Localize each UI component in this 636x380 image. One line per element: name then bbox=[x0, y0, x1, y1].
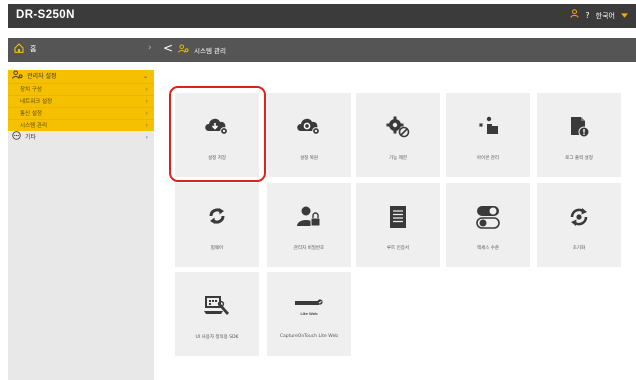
tile-label: 아이콘 관리 bbox=[476, 156, 500, 161]
captureontouch-logo-icon bbox=[267, 298, 351, 312]
sidebar-item-other[interactable]: 기타 › bbox=[8, 131, 154, 146]
sidebar-item-label: 관리자 설정 bbox=[27, 73, 57, 80]
highlight-frame bbox=[169, 86, 266, 182]
gears-block-icon bbox=[356, 115, 440, 139]
home-link[interactable]: 홈 bbox=[14, 43, 36, 55]
sidebar-item-device-config[interactable]: 장치 구성 › bbox=[8, 83, 154, 95]
tile-label: 액세스 수준 bbox=[476, 246, 500, 251]
cloud-upload-gear-icon bbox=[267, 115, 351, 137]
sidebar: 관리자 설정 ⌄ 장치 구성 › 네트워크 설정 › 통신 설정 › 시스템 관… bbox=[8, 69, 154, 380]
more-circle-icon bbox=[12, 131, 21, 146]
home-icon bbox=[14, 43, 24, 55]
log-output-icon bbox=[537, 115, 621, 139]
tile-root-certificate[interactable]: 루트 인증서 bbox=[356, 183, 440, 267]
tile-label: 설정 복원 bbox=[300, 156, 318, 161]
tile-restore-settings[interactable]: 설정 복원 bbox=[267, 93, 351, 177]
refresh-icon bbox=[175, 205, 259, 227]
tile-label: 펌웨어 bbox=[210, 246, 224, 251]
reset-gear-icon bbox=[537, 205, 621, 229]
sidebar-item-label: 통신 설정 bbox=[20, 111, 42, 117]
breadcrumb-current: 시스템 관리 bbox=[194, 46, 226, 55]
logo-wordmark: Lite Web bbox=[300, 312, 318, 316]
sidebar-item-admin-settings[interactable]: 관리자 설정 ⌄ bbox=[8, 69, 154, 84]
chevron-down-icon: ⌄ bbox=[142, 73, 148, 80]
document-icon bbox=[356, 205, 440, 229]
sidebar-item-network-settings[interactable]: 네트워크 설정 › bbox=[8, 95, 154, 107]
user-icon[interactable] bbox=[570, 9, 580, 22]
tile-captureontouch-lite-web[interactable]: Lite Web CaptureOnTouch Lite Web bbox=[267, 272, 351, 356]
toggle-icon bbox=[446, 205, 530, 229]
home-label: 홈 bbox=[30, 45, 37, 53]
tile-access-level[interactable]: 액세스 수준 bbox=[446, 183, 530, 267]
tile-ui-customization-sdk[interactable]: UI 사용자 정의용 SDK bbox=[175, 272, 259, 356]
tile-label: CaptureOnTouch Lite Web bbox=[279, 334, 339, 339]
tile-function-restriction[interactable]: 기능 제한 bbox=[356, 93, 440, 177]
sidebar-item-label: 기타 bbox=[25, 134, 37, 141]
tile-log-output-settings[interactable]: 로그 출력 설정 bbox=[537, 93, 621, 177]
app-header: DR-S250N ? 한국어 bbox=[8, 4, 636, 28]
nav-bar: 홈 › < 시스템 관리 bbox=[8, 38, 636, 62]
chevron-right-icon: › bbox=[145, 134, 148, 141]
tile-label: 루트 인증서 bbox=[386, 246, 410, 251]
tile-icon-management[interactable]: 아이콘 관리 bbox=[446, 93, 530, 177]
icon-management-icon bbox=[446, 115, 530, 137]
back-button[interactable]: < bbox=[163, 41, 173, 55]
user-gear-icon bbox=[178, 44, 189, 55]
sdk-computer-icon bbox=[175, 294, 259, 318]
header-actions: ? 한국어 bbox=[570, 9, 628, 22]
tile-firmware[interactable]: 펌웨어 bbox=[175, 183, 259, 267]
tile-label: 초기화 bbox=[572, 246, 586, 251]
tile-label: 관리자 비밀번호 bbox=[293, 246, 325, 251]
tile-admin-password[interactable]: 관리자 비밀번호 bbox=[267, 183, 351, 267]
tile-label: 기능 제한 bbox=[389, 156, 407, 161]
sidebar-item-comm-settings[interactable]: 통신 설정 › bbox=[8, 107, 154, 119]
chevron-right-icon: › bbox=[145, 122, 148, 129]
sidebar-item-label: 시스템 관리 bbox=[20, 123, 48, 129]
tile-label: 로그 출력 설정 bbox=[565, 156, 593, 161]
breadcrumb-separator: › bbox=[148, 43, 152, 53]
sidebar-item-label: 장치 구성 bbox=[20, 87, 42, 93]
user-gear-icon bbox=[12, 69, 23, 84]
help-button[interactable]: ? bbox=[585, 11, 589, 20]
product-title: DR-S250N bbox=[16, 9, 75, 21]
sidebar-item-system-management[interactable]: 시스템 관리 › bbox=[8, 119, 154, 131]
language-selector[interactable]: 한국어 bbox=[596, 11, 615, 21]
chevron-down-icon[interactable] bbox=[621, 12, 628, 20]
user-lock-icon bbox=[267, 205, 351, 229]
sidebar-item-label: 네트워크 설정 bbox=[20, 99, 53, 105]
tile-label: UI 사용자 정의용 SDK bbox=[195, 335, 239, 340]
breadcrumb: 시스템 관리 bbox=[178, 44, 226, 55]
tile-reset[interactable]: 초기화 bbox=[537, 183, 621, 267]
